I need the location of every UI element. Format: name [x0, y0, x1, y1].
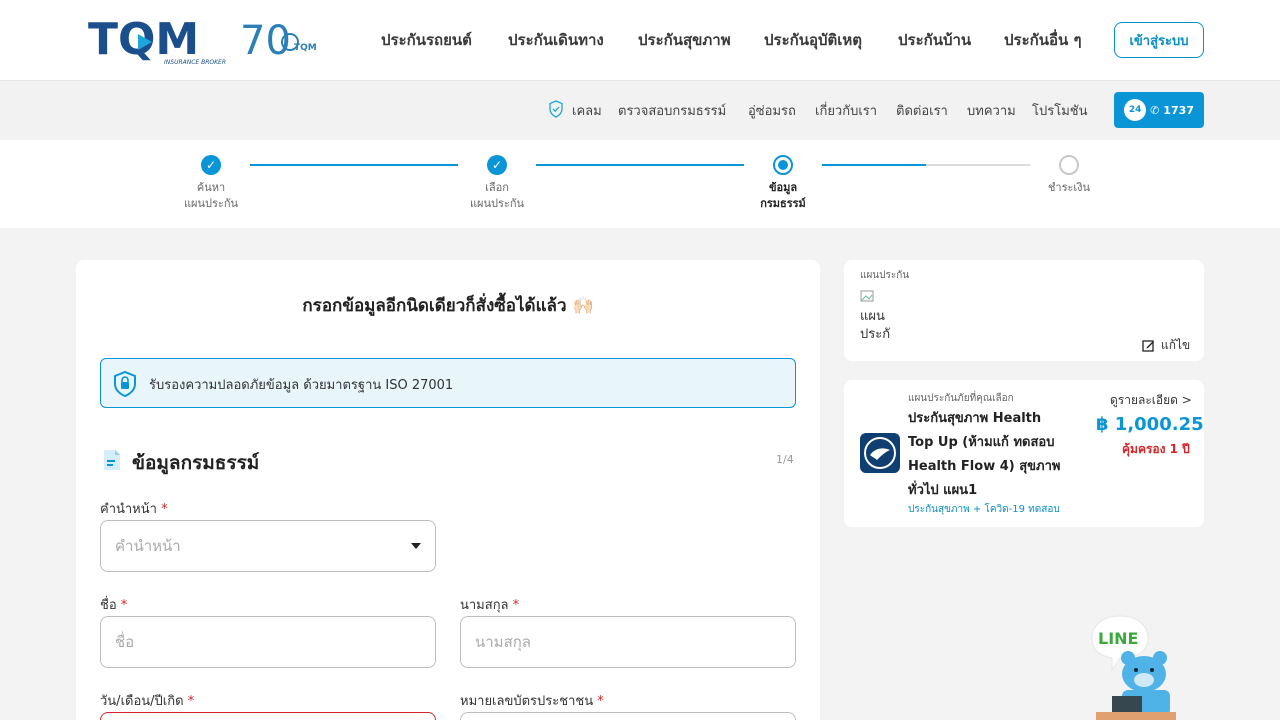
- nav-car-insurance[interactable]: ประกันรถยนต์: [381, 28, 472, 52]
- firstname-label: ชื่อ *: [100, 598, 128, 613]
- phone-icon: ✆: [1150, 103, 1160, 117]
- step-connector: [822, 164, 926, 166]
- plan-card: แผนประกัน แผนประกั แก้ไข: [844, 260, 1204, 361]
- lock-shield-icon: [114, 370, 136, 398]
- subnav-claim[interactable]: เคลม: [572, 100, 602, 121]
- plan-card-label: แผนประกัน: [860, 270, 910, 281]
- view-details-link[interactable]: ดูรายละเอียด >: [1110, 391, 1192, 410]
- idcard-label: หมายเลขบัตรประชาชน *: [460, 694, 604, 709]
- coverage-period: คุ้มครอง 1 ปี: [1122, 442, 1190, 456]
- idcard-input[interactable]: [460, 712, 796, 720]
- selected-plan-sub: ประกันสุขภาพ + โควิด-19 ทดสอบ: [908, 504, 1060, 515]
- step-select-label: เลือก แผนประกัน: [469, 181, 525, 210]
- step-connector: [926, 164, 1030, 166]
- plan-image-alt: แผนประกั: [860, 309, 891, 342]
- insurer-emblem-icon: [864, 437, 896, 469]
- top-header: TQM INSURANCE BROKER 70 TQM ประกันรถยนต์…: [0, 0, 1280, 80]
- insurer-logo: [860, 433, 900, 473]
- selected-plan-card: แผนประกันภัยที่คุณเลือก ประกันสุขภาพ Hea…: [844, 380, 1204, 527]
- nav-accident-insurance[interactable]: ประกันอุบัติเหตุ: [764, 28, 862, 52]
- subnav-policy-check[interactable]: ตรวจสอบกรมธรรม์: [618, 100, 726, 121]
- nav-health-insurance[interactable]: ประกันสุขภาพ: [638, 28, 731, 52]
- shield-check-icon: [549, 100, 563, 118]
- plan-price: ฿ 1,000.25: [1096, 414, 1204, 435]
- hotline-24-icon: 24: [1124, 99, 1147, 121]
- plan-image-broken: แผนประกั: [860, 290, 892, 350]
- step-todo-dot: [1059, 155, 1079, 175]
- subnav-about[interactable]: เกี่ยวกับเรา: [815, 100, 877, 121]
- lastname-label: นามสกุล *: [460, 598, 520, 613]
- check-icon: ✓: [201, 155, 221, 175]
- firstname-placeholder: ชื่อ: [115, 633, 135, 651]
- prefix-label: คำนำหน้า *: [100, 502, 168, 517]
- dob-input[interactable]: [100, 712, 436, 720]
- progress-stepper: ✓ ค้นหา แผนประกัน ✓ เลือก แผนประกัน ข้อมูล…: [0, 140, 1280, 228]
- iso-notice: รับรองความปลอดภัยข้อมูล ด้วยมาตรฐาน ISO …: [100, 358, 796, 408]
- nav-travel-insurance[interactable]: ประกันเดินทาง: [508, 28, 604, 52]
- line-chat-widget[interactable]: LINE: [1086, 612, 1186, 720]
- form-title: กรอกข้อมูลอีกนิดเดียวก็สั่งซื้อได้แล้ว 🙌…: [302, 296, 594, 316]
- broken-image-icon: [860, 290, 874, 302]
- step-policy-label: ข้อมูล กรมธรรม์: [760, 181, 806, 210]
- sub-nav-bar: เคลม ตรวจสอบกรมธรรม์ อู่ซ่อมรถ เกี่ยวกับ…: [0, 80, 1280, 140]
- nav-home-insurance[interactable]: ประกันบ้าน: [898, 28, 971, 52]
- firstname-input[interactable]: ชื่อ: [100, 616, 436, 668]
- section-title: ข้อมูลกรมธรรม์: [132, 452, 260, 474]
- lastname-input[interactable]: นามสกุล: [460, 616, 796, 668]
- step-connector: [536, 164, 744, 166]
- lastname-placeholder: นามสกุล: [475, 633, 531, 651]
- section-page-indicator: 1/4: [776, 453, 794, 466]
- logo-tagline: INSURANCE BROKER: [164, 59, 226, 66]
- tqm-logo[interactable]: TQM INSURANCE BROKER: [88, 14, 233, 66]
- login-button[interactable]: เข้าสู่ระบบ: [1114, 22, 1204, 58]
- anniversary-logo: 70 TQM: [240, 18, 317, 64]
- dob-label: วัน/เดือน/ปีเกิด *: [100, 694, 195, 709]
- subnav-garage[interactable]: อู่ซ่อมรถ: [748, 100, 796, 121]
- check-icon: ✓: [487, 155, 507, 175]
- step-payment-label: ชำระเงิน: [1047, 181, 1091, 194]
- edit-plan-link[interactable]: แก้ไข: [1142, 336, 1190, 355]
- nav-other-insurance[interactable]: ประกันอื่น ๆ: [1004, 28, 1082, 52]
- subnav-articles[interactable]: บทความ: [967, 100, 1016, 121]
- selected-plan-label: แผนประกันภัยที่คุณเลือก: [908, 393, 1014, 404]
- policy-form-card: กรอกข้อมูลอีกนิดเดียวก็สั่งซื้อได้แล้ว 🙌…: [76, 260, 820, 720]
- line-label: LINE: [1098, 629, 1138, 648]
- hotline-number: 1737: [1163, 103, 1194, 117]
- anniversary-brand: TQM: [294, 43, 317, 53]
- step-active-dot: [773, 155, 793, 175]
- subnav-contact[interactable]: ติดต่อเรา: [896, 100, 948, 121]
- step-connector: [250, 164, 458, 166]
- prefix-select[interactable]: คำนำหน้า: [100, 520, 436, 572]
- edit-label: แก้ไข: [1161, 338, 1191, 352]
- selected-plan-name: ประกันสุขภาพ Health Top Up (ห้ามแก้ ทดสอ…: [908, 411, 1061, 498]
- caret-down-icon: [411, 543, 421, 549]
- subnav-promotion[interactable]: โปรโมชัน: [1032, 100, 1087, 121]
- step-search-label: ค้นหา แผนประกัน: [183, 181, 239, 210]
- iso-text: รับรองความปลอดภัยข้อมูล ด้วยมาตรฐาน ISO …: [149, 378, 454, 393]
- hotline-badge[interactable]: 24 ✆ 1737: [1114, 92, 1204, 128]
- edit-icon: [1142, 340, 1154, 352]
- prefix-placeholder: คำนำหน้า: [115, 537, 181, 555]
- document-icon: [104, 450, 120, 470]
- anniversary-number: 70: [240, 18, 291, 64]
